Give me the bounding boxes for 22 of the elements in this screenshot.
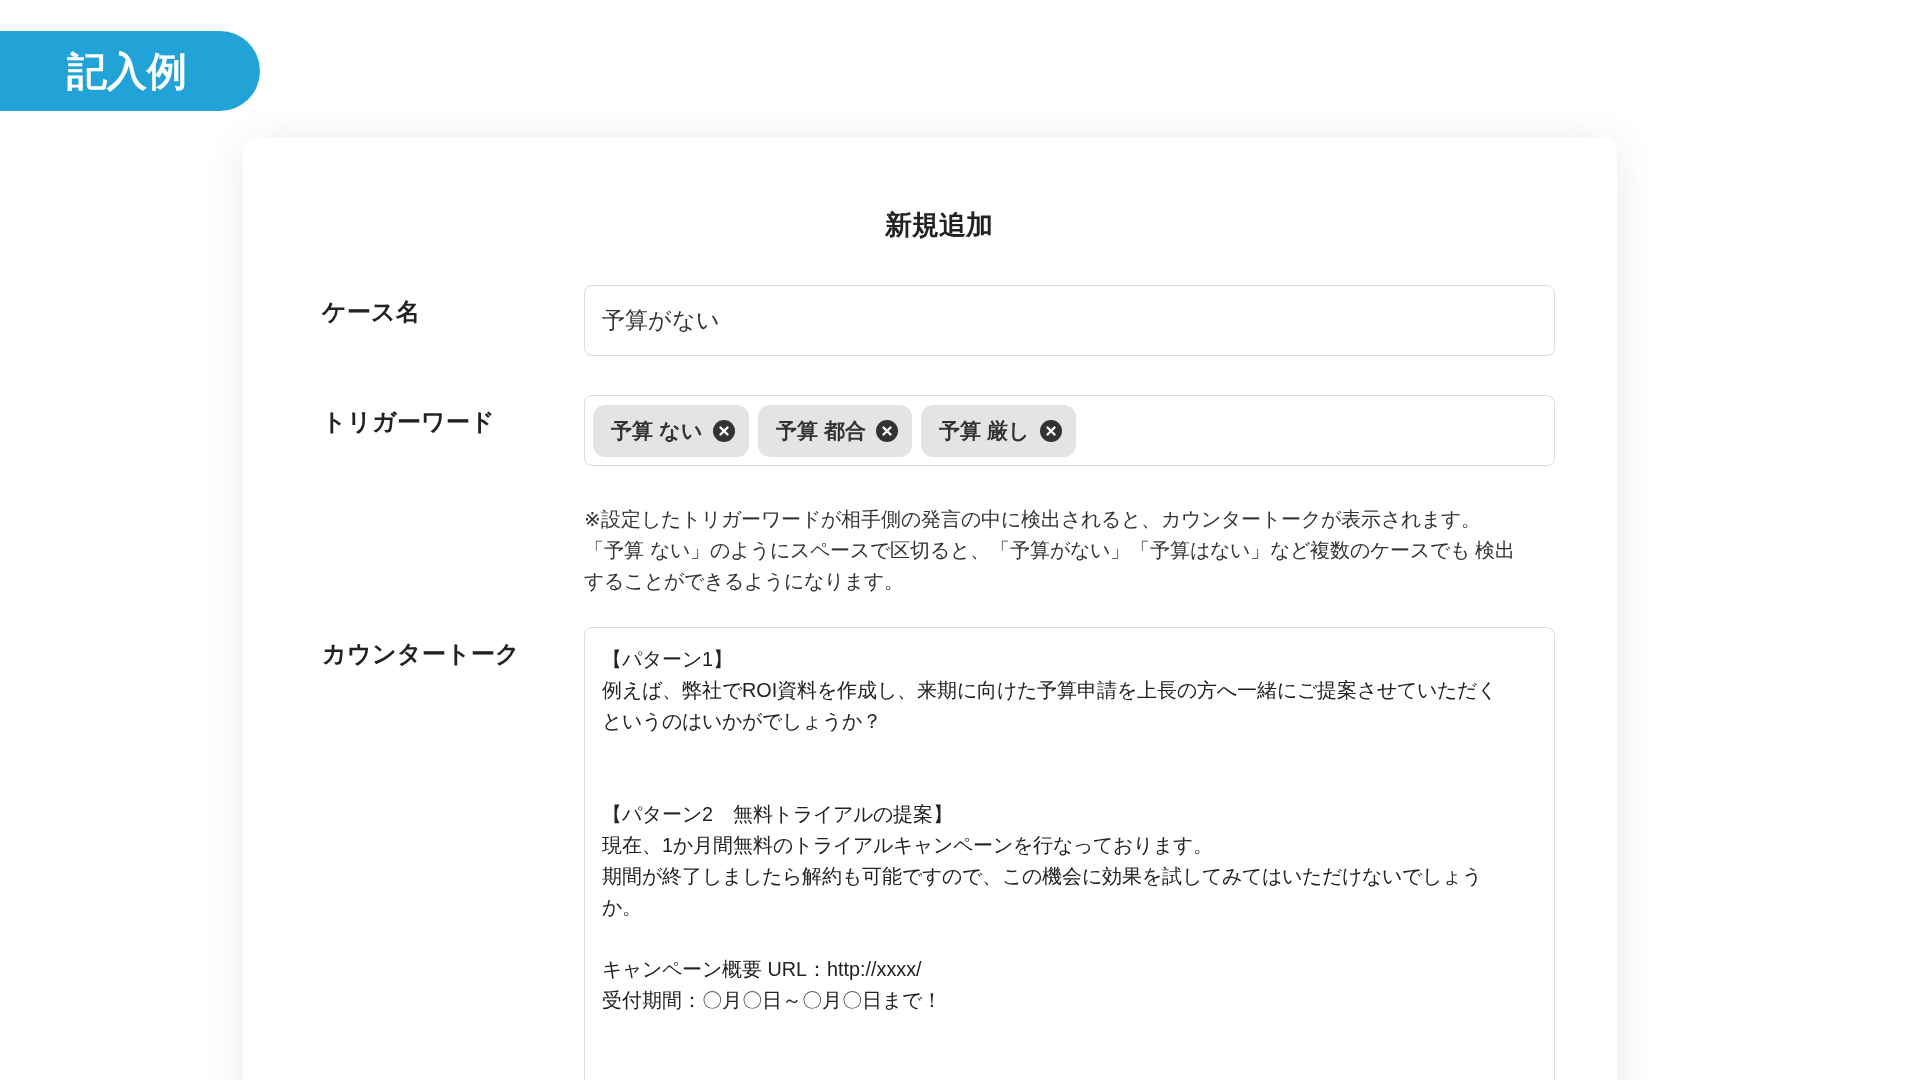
counter-talk-line: 例えば、弊社でROI資料を作成し、来期に向けた予算申請を上長の方へ一緒にご提案させていただく — [602, 678, 1498, 703]
counter-talk-line: 【パターン1】 — [602, 647, 733, 672]
help-text: ※設定したトリガーワードが相手側の発言の中に検出されると、カウンタートークが表示されます。 — [584, 507, 1481, 532]
counter-talk-line: というのはいかがでしょうか？ — [602, 709, 882, 734]
counter-talk-line: 現在、1か月間無料のトライアルキャンペーンを行なっております。 — [602, 833, 1213, 858]
field-label: カウンタートーク — [322, 639, 521, 669]
tag-label: 予算 厳し — [938, 417, 1030, 444]
help-text: 「予算 ない」のようにスペースで区切ると、「予算がない」「予算はない」など複数のケースでも 検出 — [584, 538, 1516, 563]
field-label: ケース名 — [322, 297, 421, 327]
counter-talk-line: か。 — [602, 895, 642, 920]
counter-talk-line: 【パターン2 無料トライアルの提案】 — [602, 802, 953, 827]
help-text: することができるようになります。 — [584, 569, 904, 594]
tag-label: 予算 ない — [611, 417, 703, 445]
field-label: トリガーワード — [322, 407, 496, 437]
trigger-word-field[interactable]: 予算 ない 予算 都合 予算 厳し — [584, 395, 1555, 466]
form-title: 新規追加 — [883, 209, 994, 242]
example-badge: 記入例 — [0, 31, 260, 111]
counter-talk-line: キャンペーン概要 URL：http://xxxx/ — [602, 957, 922, 982]
counter-talk-line: 受付期間：〇月〇日～〇月〇日まで！ — [602, 988, 942, 1013]
counter-talk-line: 期間が終了しましたら解約も可能ですので、この機会に効果を試してみてはいただけないでしょう — [602, 864, 1482, 889]
tag-label: 予算 都合 — [775, 417, 866, 444]
case-name-field[interactable]: 予算がない — [584, 285, 1555, 356]
